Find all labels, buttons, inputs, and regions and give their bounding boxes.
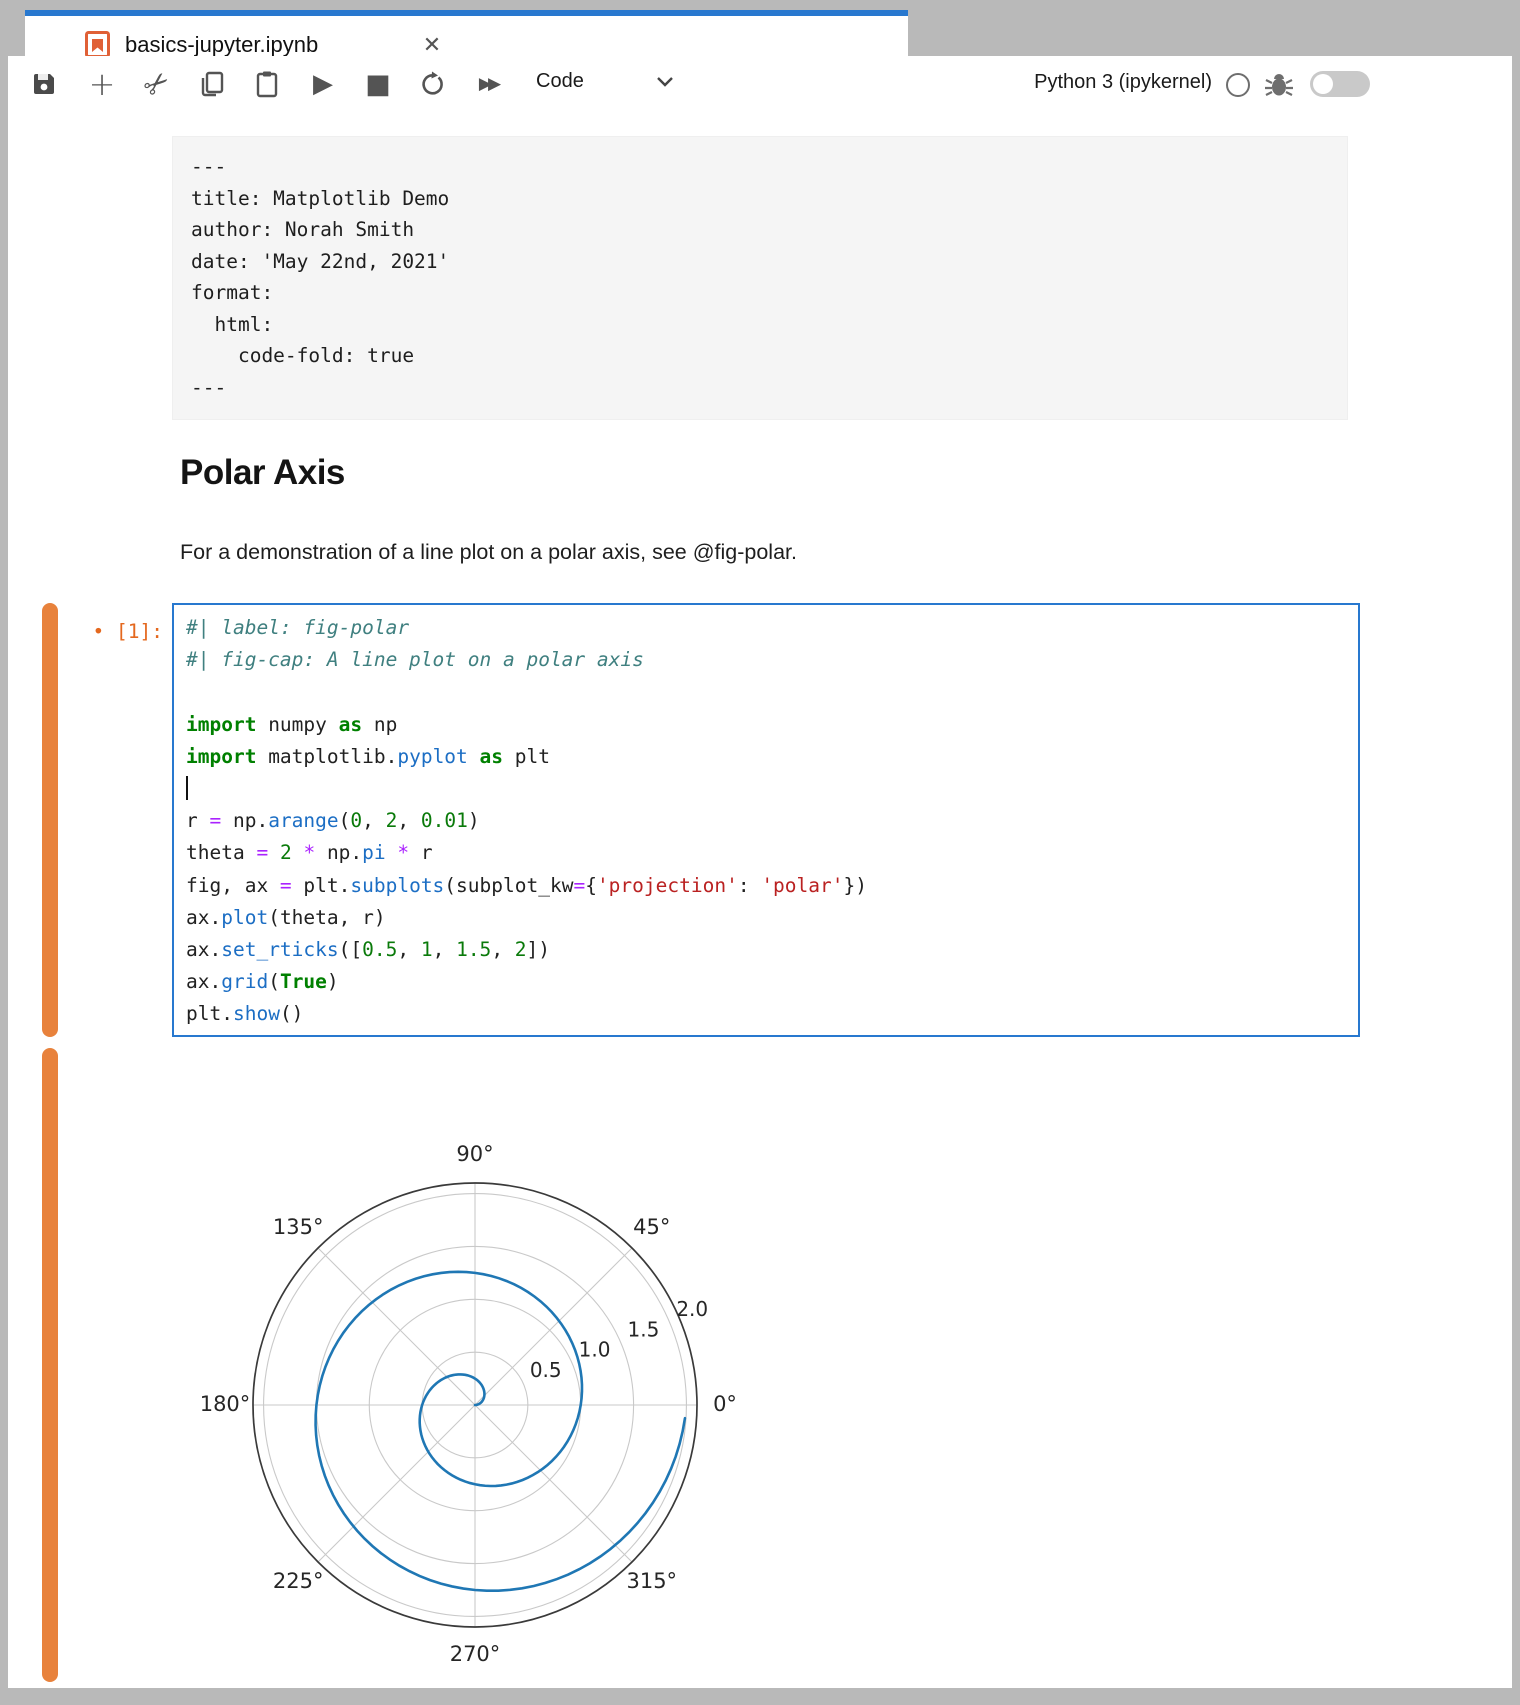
notebook-tab[interactable]: basics-jupyter.ipynb ✕ — [25, 10, 908, 56]
output-collapser-bar[interactable] — [42, 1048, 58, 1682]
tab-active-accent — [25, 10, 908, 16]
markdown-heading: Polar Axis — [180, 453, 345, 493]
chevron-down-icon[interactable] — [656, 76, 674, 88]
code-line: import numpy as np — [186, 709, 1358, 741]
restart-icon — [420, 71, 446, 97]
code-line: #| fig-cap: A line plot on a polar axis — [186, 644, 1358, 676]
cell-type-select[interactable]: Code — [536, 70, 584, 93]
copy-icon — [199, 70, 225, 98]
r-tick-label: 2.0 — [676, 1297, 708, 1321]
text-cursor — [186, 776, 188, 800]
save-icon — [31, 71, 57, 97]
kernel-name[interactable]: Python 3 (ipykernel) — [1034, 71, 1212, 94]
code-cell-editor[interactable]: #| label: fig-polar#| fig-cap: A line pl… — [172, 603, 1360, 1037]
code-line: theta = 2 * np.pi * r — [186, 837, 1358, 869]
debugger-toggle[interactable] — [1310, 71, 1370, 97]
theta-tick-label: 90° — [456, 1142, 493, 1166]
code-line — [186, 676, 1358, 708]
paste-icon — [254, 70, 280, 98]
raw-cell-line: html: — [191, 309, 1347, 341]
code-line: plt.show() — [186, 998, 1358, 1030]
theta-tick-label: 45° — [633, 1215, 670, 1239]
paste-button[interactable] — [245, 56, 289, 112]
save-button[interactable] — [22, 56, 66, 112]
cut-button[interactable]: ✂ — [122, 48, 192, 119]
raw-cell-line: --- — [191, 151, 1347, 183]
code-line: ax.grid(True) — [186, 966, 1358, 998]
execution-prompt: • [1]: — [8, 620, 163, 643]
r-tick-label: 1.0 — [579, 1338, 611, 1362]
notebook-scroll-area[interactable]: ---title: Matplotlib Demoauthor: Norah S… — [8, 112, 1512, 1688]
code-line: ax.set_rticks([0.5, 1, 1.5, 2]) — [186, 934, 1358, 966]
markdown-paragraph: For a demonstration of a line plot on a … — [180, 540, 797, 565]
raw-cell-yaml-frontmatter[interactable]: ---title: Matplotlib Demoauthor: Norah S… — [172, 136, 1348, 420]
theta-tick-label: 135° — [273, 1215, 324, 1239]
run-icon: ▶ — [313, 69, 333, 99]
theta-tick-label: 0° — [713, 1392, 737, 1416]
plus-icon: + — [89, 65, 116, 103]
code-line: ax.plot(theta, r) — [186, 902, 1358, 934]
raw-cell-line: format: — [191, 277, 1347, 309]
kernel-status-icon[interactable] — [1226, 73, 1250, 97]
debugger-bug-icon[interactable] — [1264, 71, 1294, 99]
notebook-file-icon — [85, 31, 110, 58]
raw-cell-line: title: Matplotlib Demo — [191, 183, 1347, 215]
scissors-icon: ✂ — [136, 63, 178, 106]
toggle-knob — [1313, 74, 1333, 94]
code-line — [186, 773, 1358, 805]
add-cell-button[interactable]: + — [80, 56, 124, 112]
polar-axes: 0° 45° 90° 135° 180° 225° 270° 315° 0.5 1.0 1.5 2.0 — [150, 1060, 810, 1700]
r-tick-label: 0.5 — [530, 1358, 562, 1382]
code-line: #| label: fig-polar — [186, 612, 1358, 644]
theta-tick-label: 225° — [273, 1569, 324, 1593]
restart-kernel-button[interactable] — [411, 56, 455, 112]
stop-button[interactable]: ■ — [356, 56, 400, 112]
theta-gridline — [318, 1405, 475, 1562]
raw-cell-line: author: Norah Smith — [191, 214, 1347, 246]
r-tick-label: 1.5 — [628, 1317, 660, 1341]
raw-cell-line: date: 'May 22nd, 2021' — [191, 246, 1347, 278]
theta-tick-label: 270° — [450, 1642, 501, 1666]
code-line: r = np.arange(0, 2, 0.01) — [186, 805, 1358, 837]
copy-button[interactable] — [190, 56, 234, 112]
polar-plot-output: 0° 45° 90° 135° 180° 225° 270° 315° 0.5 1.0 1.5 2.0 — [150, 1060, 810, 1705]
theta-gridline — [475, 1405, 632, 1562]
raw-cell-line: --- — [191, 372, 1347, 404]
run-button[interactable]: ▶ — [301, 56, 345, 112]
stop-icon: ■ — [365, 69, 391, 100]
notebook-toolbar: + ✂ ▶ ■ ▶▶ Code Python 3 (ipykernel) — [8, 56, 1512, 113]
fast-forward-icon: ▶▶ — [479, 74, 497, 94]
input-collapser-bar[interactable] — [42, 603, 58, 1037]
theta-tick-label: 180° — [200, 1392, 251, 1416]
code-line: fig, ax = plt.subplots(subplot_kw={'proj… — [186, 870, 1358, 902]
run-all-button[interactable]: ▶▶ — [466, 56, 510, 112]
code-line: import matplotlib.pyplot as plt — [186, 741, 1358, 773]
theta-tick-label: 315° — [626, 1569, 677, 1593]
raw-cell-line: code-fold: true — [191, 340, 1347, 372]
